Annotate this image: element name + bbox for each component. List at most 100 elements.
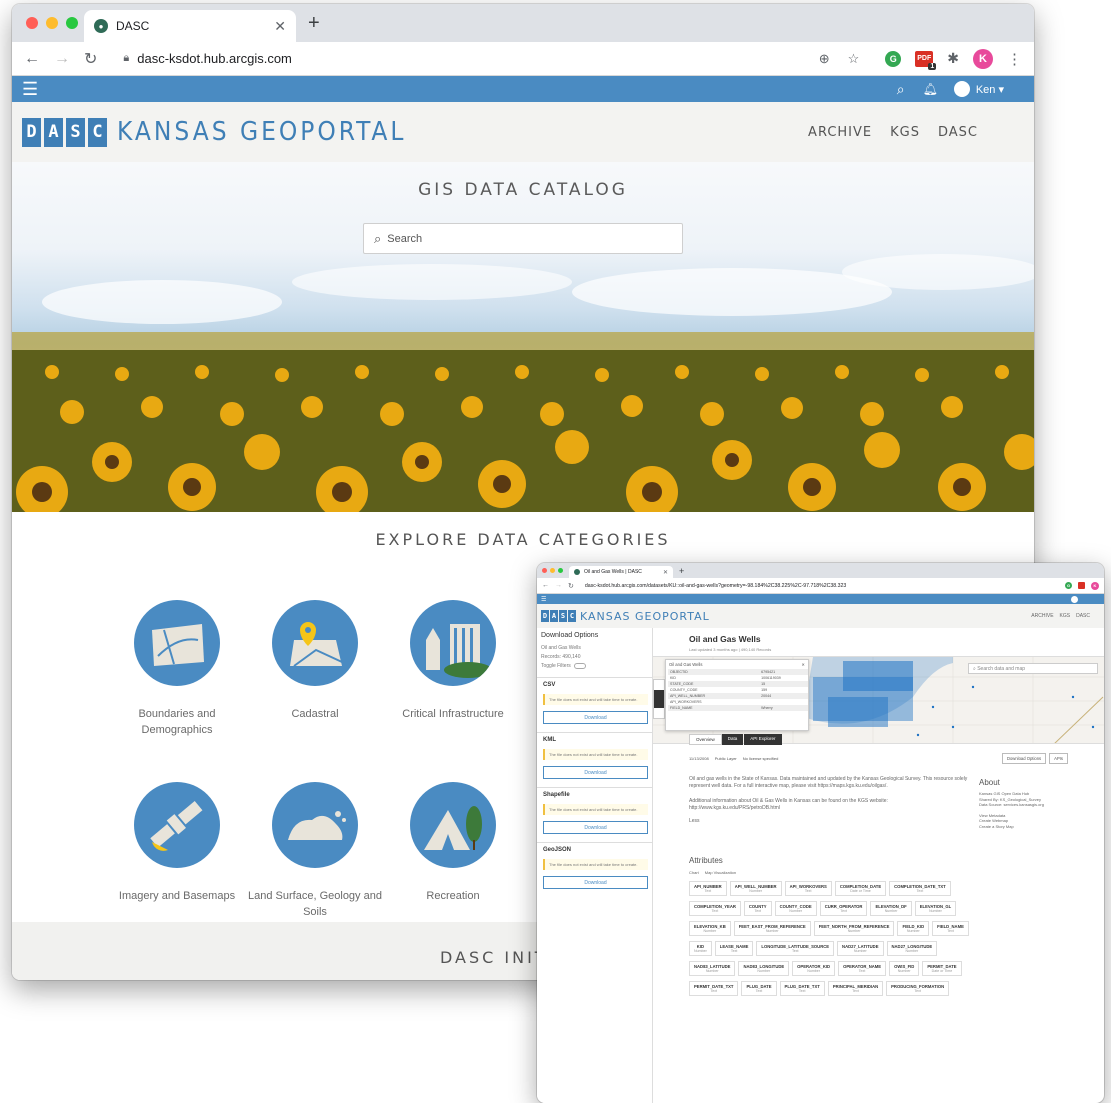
extension-pdf-icon[interactable]: PDF 1 [915,50,937,70]
attribute-chip[interactable]: FEET_NORTH_FROM_REFERENCE Number [813,921,895,936]
attribute-chip[interactable]: PLUG_DATE_TXT Text [779,981,825,996]
new-tab-button[interactable]: + [679,566,684,576]
download-button[interactable]: Download [543,766,648,779]
puzzle-icon[interactable]: ✱ [947,50,959,67]
close-tab-icon[interactable]: ✕ [274,18,286,35]
catalog-search-input[interactable]: ⌕ Search [363,223,683,254]
nav-kgs[interactable]: KGS [890,125,920,140]
attribute-chip[interactable]: PERMIT_DATE Date or Time [922,961,962,976]
hamburger-icon[interactable]: ☰ [541,596,546,603]
attribute-chip[interactable]: PRINCIPAL_MERIDIAN Text [827,981,884,996]
bell-icon[interactable]: 🔔︎ [923,82,938,96]
zoom-icon[interactable]: ⊕ [819,51,830,67]
attribute-chip[interactable]: ELEVATION_KB Number [689,921,731,936]
attribute-chip[interactable]: COUNTY_CODE Number [774,901,817,916]
attribute-chip[interactable]: COUNTY Text [743,901,772,916]
nav-archive[interactable]: ARCHIVE [1031,613,1053,619]
attribute-chip[interactable]: NAD27_LATITUDE Number [837,941,884,956]
category-recreation[interactable]: Recreation [378,782,528,904]
back-arrow-icon[interactable]: ← [542,582,549,589]
attribute-chip[interactable]: NAD83_LATITUDE Number [689,961,736,976]
attribute-chip[interactable]: API_WELL_NUMBER Number [729,881,782,896]
user-avatar[interactable] [953,81,970,97]
download-options-button[interactable]: Download Options [1001,753,1047,764]
category-boundaries[interactable]: Boundaries and Demographics [102,600,252,738]
user-menu[interactable]: Ken ▾ [976,83,1004,96]
download-button[interactable]: Download [543,711,648,724]
attribute-chip[interactable]: OWIS_FID Number [889,961,920,976]
attribute-chip[interactable]: OPERATOR_KID Number [792,961,836,976]
map-search-input[interactable]: ⌕ Search data and map [968,663,1098,674]
attribute-chip[interactable]: PRODUCING_FORMATION Text [886,981,950,996]
nav-archive[interactable]: ARCHIVE [808,125,872,140]
attribute-chip[interactable]: FIELD_NAME Text [932,921,969,936]
maximize-window-button[interactable] [66,17,78,29]
map-visualization-toggle[interactable]: Map Visualization [705,870,736,875]
category-cadastral[interactable]: Cadastral [240,600,390,722]
dasc-logo[interactable]: D A S C [541,610,576,622]
search-icon[interactable]: ⌕ [897,81,905,98]
nav-kgs[interactable]: KGS [1060,613,1071,619]
reload-icon[interactable]: ↻ [568,582,574,590]
attribute-chip[interactable]: CURR_OPERATOR Text [819,901,868,916]
nav-dasc[interactable]: DASC [938,125,978,140]
attribute-chip[interactable]: FIELD_KID Number [897,921,930,936]
attribute-chip[interactable]: OPERATOR_NAME Text [838,961,887,976]
chart-toggle[interactable]: Chart [689,870,699,875]
close-tab-icon[interactable]: ✕ [663,569,668,576]
attribute-chip[interactable]: PERMIT_DATE_TXT Text [689,981,739,996]
user-avatar[interactable] [1071,595,1078,603]
dataset-map[interactable]: ⌕ Search data and map Oil and Gas Wells … [653,656,1104,744]
attribute-chip[interactable]: PLUG_DATE Text [741,981,777,996]
close-window-button[interactable] [542,568,547,573]
browser-tab[interactable]: Oil and Gas Wells | DASC ✕ [569,566,673,578]
download-button[interactable]: Download [543,876,648,889]
close-icon[interactable]: ✕ [801,662,805,667]
create-story-map-link[interactable]: Create a Story Map [979,824,1099,830]
address-bar[interactable]: 🔒︎ dasc-ksdot.hub.arcgis.com ⊕ ☆ [111,45,872,72]
tab-data[interactable]: Data [721,734,744,745]
attribute-chip[interactable]: NAD83_LONGITUDE Number [738,961,790,976]
menu-kebab-icon[interactable]: ⋮ [1007,50,1022,68]
attribute-chip[interactable]: COMPLETION_DATE Date or Time [834,881,887,896]
hamburger-icon[interactable]: ☰ [22,79,38,100]
category-land-surface[interactable]: Land Surface, Geology and Soils [240,782,390,920]
apis-button[interactable]: APIs [1049,753,1068,764]
attribute-chip[interactable]: LEASE_NAME Text [714,941,754,956]
minimize-window-button[interactable] [46,17,58,29]
extension-g-icon[interactable]: G [885,50,902,67]
attribute-chip[interactable]: API_WORKOVERS Text [784,881,832,896]
profile-avatar[interactable]: K [973,48,993,69]
forward-arrow-icon[interactable]: → [555,582,562,589]
category-imagery[interactable]: Imagery and Basemaps [102,782,252,904]
tab-api-explorer[interactable]: API Explorer [744,734,782,745]
map-zoom-controls[interactable] [653,679,665,719]
maximize-window-button[interactable] [558,568,563,573]
extension-pdf-icon[interactable] [1078,582,1085,589]
download-button[interactable]: Download [543,821,648,834]
address-bar[interactable]: dasc-ksdot.hub.arcgis.com/datasets/KU::o… [579,580,1059,591]
attribute-chip[interactable]: ELEVATION_DF Number [870,901,912,916]
attribute-chip[interactable]: COMPLETION_DATE_TXT Text [889,881,951,896]
attribute-chip[interactable]: COMPLETION_YEAR Text [689,901,741,916]
toggle-filters[interactable]: Toggle Filters [537,660,652,669]
attribute-chip[interactable]: ELEVATION_GL Number [914,901,957,916]
layers-icon[interactable] [654,690,664,708]
extension-g-icon[interactable]: G [1065,582,1072,589]
attribute-chip[interactable]: API_NUMBER Text [689,881,727,896]
less-toggle[interactable]: Less [689,818,969,825]
dasc-logo[interactable]: D A S C [22,117,107,147]
forward-arrow-icon[interactable]: → [54,50,70,68]
browser-tab[interactable]: ● DASC ✕ [84,10,296,42]
attribute-chip[interactable]: KID Number [689,941,712,956]
reload-icon[interactable]: ↻ [84,49,97,69]
tab-overview[interactable]: Overview [689,734,722,745]
category-critical-infrastructure[interactable]: Critical Infrastructure [378,600,528,722]
profile-avatar[interactable]: K [1091,581,1099,590]
attribute-chip[interactable]: LONGITUDE_LATITUDE_SOURCE Text [756,941,835,956]
close-window-button[interactable] [26,17,38,29]
attribute-chip[interactable]: FEET_EAST_FROM_REFERENCE Number [733,921,811,936]
new-tab-button[interactable]: + [308,12,320,35]
attribute-chip[interactable]: NAD27_LONGITUDE Number [886,941,938,956]
nav-dasc[interactable]: DASC [1076,613,1090,619]
